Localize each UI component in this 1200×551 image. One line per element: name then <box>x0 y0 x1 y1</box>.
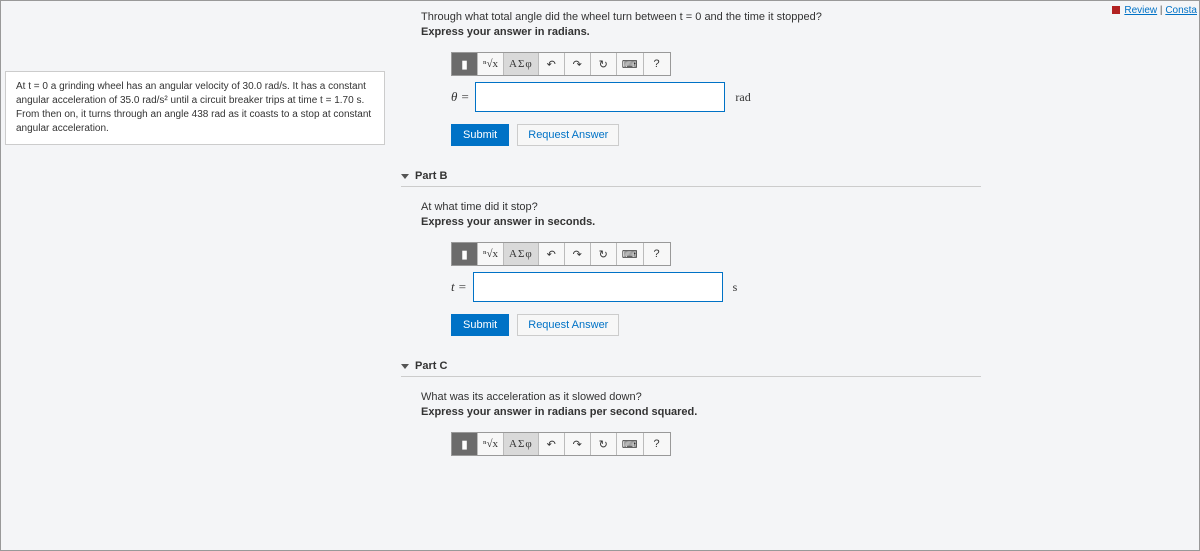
part-a-instruction: Express your answer in radians. <box>421 26 981 38</box>
part-c-instruction: Express your answer in radians per secon… <box>421 406 981 418</box>
part-b-instruction: Express your answer in seconds. <box>421 216 981 228</box>
problem-statement: At t = 0 a grinding wheel has an angular… <box>5 71 385 145</box>
part-a-submit-button[interactable]: Submit <box>451 124 509 146</box>
part-b-toolbar: ▮ ⁿ√x ΑΣφ ↶ ↷ ↻ ⌨ ? <box>451 242 671 266</box>
undo-icon[interactable]: ↶ <box>539 243 565 265</box>
part-a-question: Through what total angle did the wheel t… <box>421 11 981 23</box>
templates-button[interactable]: ▮ <box>452 433 478 455</box>
part-a-request-answer[interactable]: Request Answer <box>517 124 619 146</box>
part-b-answer-input[interactable] <box>473 272 723 302</box>
part-c-header[interactable]: Part C <box>401 354 981 377</box>
chevron-down-icon <box>401 174 409 179</box>
help-icon[interactable]: ? <box>644 243 670 265</box>
part-b-question: At what time did it stop? <box>421 201 981 213</box>
chevron-down-icon <box>401 364 409 369</box>
undo-icon[interactable]: ↶ <box>539 433 565 455</box>
keyboard-icon[interactable]: ⌨ <box>617 243 644 265</box>
part-b-header[interactable]: Part B <box>401 164 981 187</box>
keyboard-icon[interactable]: ⌨ <box>617 53 644 75</box>
greek-button[interactable]: ΑΣφ <box>504 53 539 75</box>
constants-link[interactable]: Consta <box>1165 5 1197 16</box>
part-c-title: Part C <box>415 360 447 372</box>
sqrt-button[interactable]: ⁿ√x <box>478 243 504 265</box>
templates-button[interactable]: ▮ <box>452 243 478 265</box>
reset-icon[interactable]: ↻ <box>591 433 617 455</box>
flag-icon <box>1112 6 1120 14</box>
part-b-unit: s <box>733 280 738 295</box>
undo-icon[interactable]: ↶ <box>539 53 565 75</box>
greek-button[interactable]: ΑΣφ <box>504 243 539 265</box>
problem-text: At t = 0 a grinding wheel has an angular… <box>16 81 371 134</box>
top-links: Review | Consta <box>1112 5 1197 16</box>
part-b-title: Part B <box>415 170 447 182</box>
sqrt-button[interactable]: ⁿ√x <box>478 433 504 455</box>
templates-button[interactable]: ▮ <box>452 53 478 75</box>
help-icon[interactable]: ? <box>644 53 670 75</box>
redo-icon[interactable]: ↷ <box>565 433 591 455</box>
part-a-answer-input[interactable] <box>475 82 725 112</box>
part-a: Through what total angle did the wheel t… <box>421 11 981 146</box>
part-a-var-label: θ = <box>451 89 469 105</box>
keyboard-icon[interactable]: ⌨ <box>617 433 644 455</box>
part-b-request-answer[interactable]: Request Answer <box>517 314 619 336</box>
part-a-toolbar: ▮ ⁿ√x ΑΣφ ↶ ↷ ↻ ⌨ ? <box>451 52 671 76</box>
reset-icon[interactable]: ↻ <box>591 243 617 265</box>
part-c: What was its acceleration as it slowed d… <box>421 391 981 462</box>
review-link[interactable]: Review <box>1124 5 1157 16</box>
redo-icon[interactable]: ↷ <box>565 53 591 75</box>
help-icon[interactable]: ? <box>644 433 670 455</box>
part-b: At what time did it stop? Express your a… <box>421 201 981 336</box>
part-c-question: What was its acceleration as it slowed d… <box>421 391 981 403</box>
reset-icon[interactable]: ↻ <box>591 53 617 75</box>
part-c-toolbar: ▮ ⁿ√x ΑΣφ ↶ ↷ ↻ ⌨ ? <box>451 432 671 456</box>
part-b-submit-button[interactable]: Submit <box>451 314 509 336</box>
redo-icon[interactable]: ↷ <box>565 243 591 265</box>
sqrt-button[interactable]: ⁿ√x <box>478 53 504 75</box>
part-b-var-label: t = <box>451 279 467 295</box>
greek-button[interactable]: ΑΣφ <box>504 433 539 455</box>
part-a-unit: rad <box>735 90 750 105</box>
